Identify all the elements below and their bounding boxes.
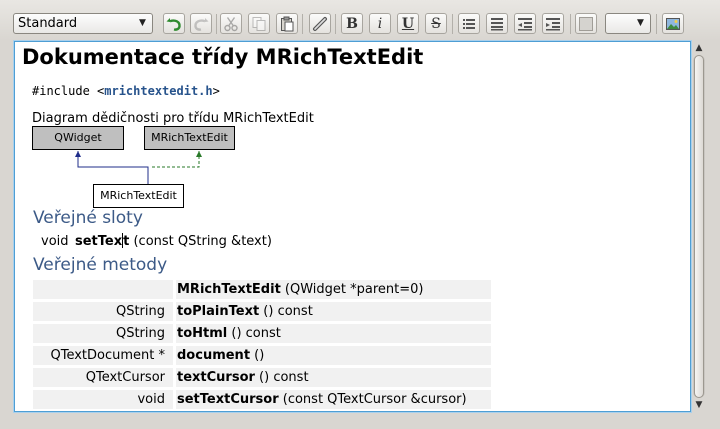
include-line: #include <mrichtextedit.h> (32, 84, 220, 98)
paragraph-style-select[interactable]: Standard ▼ (13, 13, 153, 34)
paste-icon (279, 16, 295, 32)
method-signature: toPlainText () const (176, 302, 491, 321)
method-return-type: QTextDocument * (33, 346, 173, 365)
method-name-link[interactable]: toPlainText (177, 304, 259, 319)
diagram-node-mrichtextedit[interactable]: MRichTextEdit (93, 184, 184, 208)
include-prefix: #include < (32, 84, 105, 98)
toolbar-separator (335, 14, 336, 34)
public-methods-heading: Veřejné metody (33, 255, 168, 275)
bullet-list-icon (461, 16, 477, 32)
slot-return-type: void (41, 234, 69, 249)
slot-row: void setText (const QString &text) (33, 233, 272, 253)
toolbar-separator (452, 14, 453, 34)
paragraph-style-value: Standard (18, 16, 78, 31)
scroll-down-icon[interactable]: ▼ (692, 398, 706, 412)
slot-name-link[interactable]: setText (75, 233, 129, 249)
scrollbar-track[interactable] (693, 55, 705, 398)
toolbar-separator (656, 14, 657, 34)
method-return-type: QString (33, 324, 173, 343)
include-file-link[interactable]: mrichtextedit.h (104, 84, 212, 98)
toolbar-separator (302, 14, 303, 34)
method-return-type: QTextCursor (33, 368, 173, 387)
paste-button[interactable] (276, 13, 298, 34)
method-name-link[interactable]: document (177, 348, 250, 363)
toolbar-separator (216, 14, 217, 34)
method-args: () const (254, 370, 309, 385)
slot-args: (const QString &text) (129, 234, 272, 249)
copy-button[interactable] (248, 13, 270, 34)
link-icon (312, 16, 328, 32)
insert-image-button[interactable] (662, 13, 684, 34)
toolbar-separator (570, 14, 571, 34)
italic-button[interactable]: i (369, 13, 391, 34)
cut-icon (223, 16, 239, 32)
diagram-caption: Diagram dědičnosti pro třídu MRichTextEd… (32, 111, 314, 126)
method-args: (QWidget *parent=0) (280, 282, 424, 297)
insert-image-icon (665, 16, 681, 32)
redo-button[interactable] (190, 13, 212, 34)
document-title: Dokumentace třídy MRichTextEdit (22, 45, 424, 69)
method-name-link[interactable]: MRichTextEdit (177, 282, 281, 297)
bold-icon: B (346, 15, 358, 32)
method-name-link[interactable]: textCursor (177, 370, 255, 385)
chevron-down-icon: ▼ (139, 18, 146, 28)
vertical-scrollbar[interactable]: ▲ ▼ (692, 41, 706, 412)
method-name-link[interactable]: setTextCursor (177, 392, 279, 407)
method-args: () const (227, 326, 281, 341)
method-signature: MRichTextEdit (QWidget *parent=0) (176, 280, 491, 299)
numbered-list-icon (489, 16, 505, 32)
method-args: () const (259, 304, 313, 319)
strikethrough-button[interactable]: S (425, 13, 447, 34)
slot-name-part-1: setTex (75, 234, 123, 249)
public-slots-heading: Veřejné sloty (33, 208, 143, 228)
arrow-head-left-icon (75, 151, 81, 157)
undo-icon (166, 16, 182, 32)
italic-icon: i (377, 15, 383, 32)
method-args: (const QTextCursor &cursor) (278, 392, 467, 407)
method-signature: document () (176, 346, 491, 365)
indent-icon (545, 16, 561, 32)
numbered-list-button[interactable] (486, 13, 508, 34)
method-args: () (250, 348, 265, 363)
diagram-node-mrichtextedit-parent[interactable]: MRichTextEdit (144, 126, 235, 150)
outdent-icon (517, 16, 533, 32)
scrollbar-thumb[interactable] (694, 55, 704, 398)
bold-button[interactable]: B (341, 13, 363, 34)
underline-icon: U (401, 15, 415, 32)
method-return-type: void (33, 390, 173, 409)
method-return-type (33, 280, 173, 299)
outdent-button[interactable] (514, 13, 536, 34)
indent-button[interactable] (542, 13, 564, 34)
text-color-icon (578, 16, 594, 32)
inheritance-line-left (77, 151, 149, 184)
font-size-select[interactable]: ▼ (605, 13, 651, 34)
include-suffix: > (212, 84, 220, 98)
link-button[interactable] (309, 13, 331, 34)
text-color-button[interactable] (575, 13, 597, 34)
inheritance-diagram: QWidget MRichTextEdit MRichTextEdit (31, 126, 235, 212)
chevron-down-icon: ▼ (637, 18, 644, 28)
method-name-link[interactable]: toHtml (177, 326, 227, 341)
underline-button[interactable]: U (397, 13, 419, 34)
copy-icon (251, 16, 267, 32)
cut-button[interactable] (220, 13, 242, 34)
method-signature: setTextCursor (const QTextCursor &cursor… (176, 390, 491, 409)
arrow-head-right-icon (196, 151, 202, 157)
undo-button[interactable] (163, 13, 185, 34)
method-signature: toHtml () const (176, 324, 491, 343)
method-signature: textCursor () const (176, 368, 491, 387)
redo-icon (193, 16, 209, 32)
scroll-up-icon[interactable]: ▲ (692, 41, 706, 55)
strikethrough-icon: S (431, 15, 441, 32)
diagram-node-qwidget[interactable]: QWidget (32, 126, 124, 150)
method-return-type: QString (33, 302, 173, 321)
bullet-list-button[interactable] (458, 13, 480, 34)
inheritance-line-right (150, 151, 200, 168)
text-editor[interactable]: Dokumentace třídy MRichTextEdit #include… (14, 41, 691, 412)
toolbar: Standard ▼ B i U S ▼ (0, 0, 720, 40)
